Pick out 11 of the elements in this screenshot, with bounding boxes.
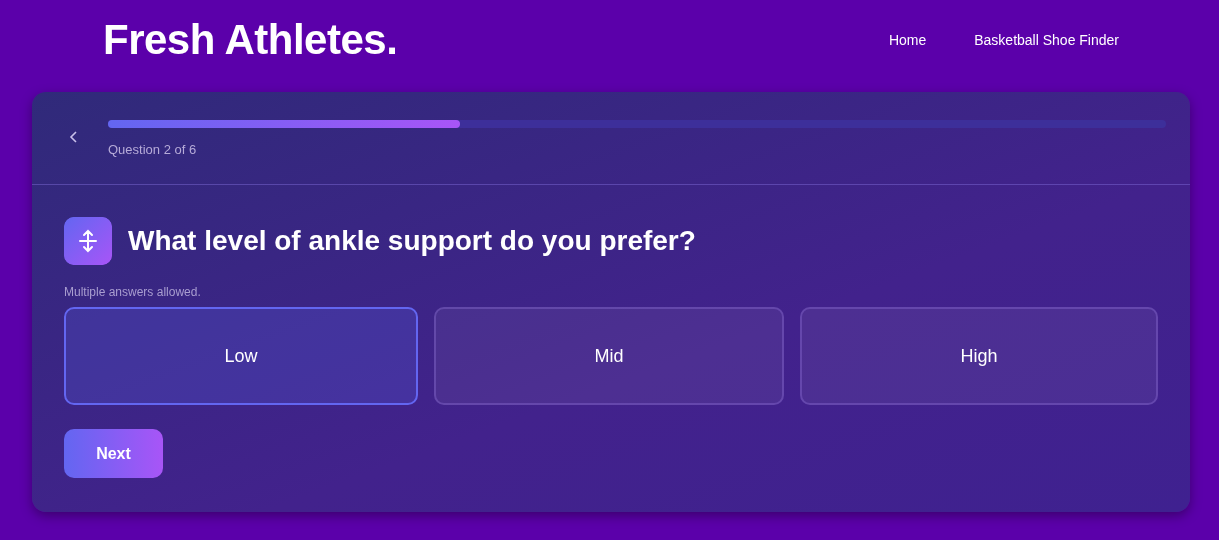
question-counter: Question 2 of 6 bbox=[108, 141, 198, 159]
nav-link[interactable]: Home bbox=[888, 29, 927, 51]
answer-option[interactable]: Low bbox=[64, 307, 418, 405]
vertical-arrows-icon bbox=[64, 217, 112, 265]
answer-option[interactable]: Mid bbox=[434, 307, 784, 405]
answer-option[interactable]: High bbox=[800, 307, 1158, 405]
site-logo[interactable]: Fresh Athletes. bbox=[103, 19, 398, 61]
hint-text: Multiple answers allowed. bbox=[64, 284, 202, 301]
next-button[interactable]: Next bbox=[64, 429, 163, 478]
nav-link[interactable]: Basketball Shoe Finder bbox=[974, 29, 1119, 51]
question-title: What level of ankle support do you prefer? bbox=[128, 224, 696, 258]
